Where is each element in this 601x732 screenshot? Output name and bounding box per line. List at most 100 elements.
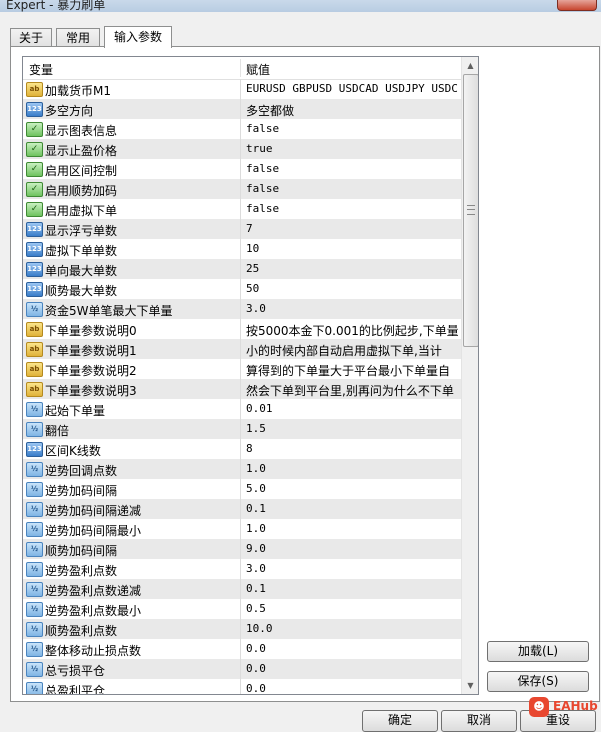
param-value[interactable]: 0.0 [246, 642, 458, 655]
param-value[interactable]: 3.0 [246, 302, 458, 315]
cell-divider [240, 219, 241, 239]
param-value[interactable]: false [246, 182, 458, 195]
scroll-down-arrow-icon[interactable]: ▼ [462, 677, 478, 694]
param-value[interactable]: 10.0 [246, 622, 458, 635]
param-value[interactable]: false [246, 162, 458, 175]
param-value[interactable]: 0.01 [246, 402, 458, 415]
table-row[interactable]: 123 区间K线数 8 [23, 439, 461, 459]
param-value[interactable]: 5.0 [246, 482, 458, 495]
column-header-variable[interactable]: 变量 [29, 61, 53, 78]
param-value[interactable]: 9.0 [246, 542, 458, 555]
param-type-dbl-icon: ½ [26, 642, 43, 657]
param-value[interactable]: 10 [246, 242, 458, 255]
table-row[interactable]: ½ 顺势盈利点数 10.0 [23, 619, 461, 639]
param-type-bool-icon: ✓ [26, 142, 43, 157]
table-row[interactable]: ½ 逆势加码间隔 5.0 [23, 479, 461, 499]
table-row[interactable]: 123 单向最大单数 25 [23, 259, 461, 279]
table-row[interactable]: ab 下单量参数说明0 按5000本金下0.001的比例起步,下单量 [23, 319, 461, 339]
table-row[interactable]: 123 虚拟下单单数 10 [23, 239, 461, 259]
table-row[interactable]: ✓ 启用区间控制 false [23, 159, 461, 179]
param-value[interactable]: 然会下单到平台里,别再问为什么不下单 [246, 382, 458, 399]
tab-about[interactable]: 关于 [10, 28, 52, 47]
cell-divider [240, 339, 241, 359]
table-row[interactable]: ½ 顺势加码间隔 9.0 [23, 539, 461, 559]
table-row[interactable]: ½ 逆势加码间隔最小 1.0 [23, 519, 461, 539]
param-name: 显示浮亏单数 [45, 224, 118, 238]
cell-divider [240, 99, 241, 119]
ok-button[interactable]: 确定 [362, 710, 438, 732]
param-value[interactable]: 算得到的下单量大于平台最小下单量自 [246, 362, 458, 379]
cell-divider [240, 619, 241, 639]
table-row[interactable]: ab 下单量参数说明3 然会下单到平台里,别再问为什么不下单 [23, 379, 461, 399]
param-type-dbl-icon: ½ [26, 402, 43, 417]
vertical-scrollbar[interactable]: ▲ ▼ [461, 57, 478, 694]
table-row[interactable]: 123 显示浮亏单数 7 [23, 219, 461, 239]
param-value[interactable]: 0.0 [246, 662, 458, 675]
param-value[interactable]: 0.1 [246, 582, 458, 595]
param-name: 逆势盈利点数 [45, 564, 118, 578]
cancel-button[interactable]: 取消 [441, 710, 517, 732]
param-name: 启用虚拟下单 [45, 204, 118, 218]
table-row[interactable]: ½ 起始下单量 0.01 [23, 399, 461, 419]
table-row[interactable]: 123 顺势最大单数 50 [23, 279, 461, 299]
param-value[interactable]: 多空都做 [246, 102, 458, 119]
column-header-value[interactable]: 赋值 [246, 61, 270, 78]
table-row[interactable]: ½ 逆势盈利点数最小 0.5 [23, 599, 461, 619]
param-value[interactable]: 7 [246, 222, 458, 235]
param-name: 区间K线数 [45, 444, 101, 458]
table-row[interactable]: ✓ 启用虚拟下单 false [23, 199, 461, 219]
tab-inputs[interactable]: 输入参数 [104, 26, 172, 48]
table-row[interactable]: ½ 翻倍 1.5 [23, 419, 461, 439]
cell-divider [240, 499, 241, 519]
save-button[interactable]: 保存(S) [487, 671, 589, 692]
watermark: ☻ EAHub [529, 697, 598, 717]
param-value[interactable]: 按5000本金下0.001的比例起步,下单量 [246, 322, 458, 339]
column-divider[interactable] [240, 59, 241, 77]
scroll-up-arrow-icon[interactable]: ▲ [462, 57, 478, 74]
param-value[interactable]: 3.0 [246, 562, 458, 575]
param-value[interactable]: EURUSD GBPUSD USDCAD USDJPY USDC... [246, 82, 458, 95]
param-value[interactable]: 50 [246, 282, 458, 295]
table-row[interactable]: ½ 逆势盈利点数 3.0 [23, 559, 461, 579]
param-value[interactable]: 0.5 [246, 602, 458, 615]
table-row[interactable]: ½ 总盈利平仓 0.0 [23, 679, 461, 694]
param-value[interactable]: 1.0 [246, 462, 458, 475]
param-name: 下单量参数说明1 [45, 344, 137, 358]
table-row[interactable]: ab 下单量参数说明2 算得到的下单量大于平台最小下单量自 [23, 359, 461, 379]
table-row[interactable]: ½ 整体移动止损点数 0.0 [23, 639, 461, 659]
table-row[interactable]: ½ 逆势盈利点数递减 0.1 [23, 579, 461, 599]
param-value[interactable]: 0.1 [246, 502, 458, 515]
table-row[interactable]: ½ 逆势加码间隔递减 0.1 [23, 499, 461, 519]
table-row[interactable]: ✓ 显示图表信息 false [23, 119, 461, 139]
param-value[interactable]: false [246, 202, 458, 215]
param-name: 起始下单量 [45, 404, 106, 418]
cell-divider [240, 239, 241, 259]
table-row[interactable]: ab 下单量参数说明1 小的时候内部自动启用虚拟下单,当计 [23, 339, 461, 359]
cell-divider [240, 279, 241, 299]
table-row[interactable]: ½ 总亏损平仓 0.0 [23, 659, 461, 679]
tab-common[interactable]: 常用 [56, 28, 100, 47]
param-type-dbl-icon: ½ [26, 502, 43, 517]
param-value[interactable]: 小的时候内部自动启用虚拟下单,当计 [246, 342, 458, 359]
param-type-ab-icon: ab [26, 82, 43, 97]
param-value[interactable]: 1.0 [246, 522, 458, 535]
param-value[interactable]: 8 [246, 442, 458, 455]
param-value[interactable]: true [246, 142, 458, 155]
param-name: 总亏损平仓 [45, 664, 106, 678]
param-name: 整体移动止损点数 [45, 644, 142, 658]
table-row[interactable]: ab 加载货币M1 EURUSD GBPUSD USDCAD USDJPY USDC… [23, 79, 461, 99]
table-row[interactable]: ✓ 启用顺势加码 false [23, 179, 461, 199]
param-name: 顺势加码间隔 [45, 544, 118, 558]
table-row[interactable]: ✓ 显示止盈价格 true [23, 139, 461, 159]
load-button[interactable]: 加载(L) [487, 641, 589, 662]
param-name: 下单量参数说明0 [45, 324, 137, 338]
param-value[interactable]: 1.5 [246, 422, 458, 435]
param-value[interactable]: 0.0 [246, 682, 458, 694]
param-value[interactable]: false [246, 122, 458, 135]
close-icon[interactable] [557, 0, 597, 11]
param-value[interactable]: 25 [246, 262, 458, 275]
scroll-thumb[interactable] [463, 74, 478, 347]
table-row[interactable]: ½ 资金5W单笔最大下单量 3.0 [23, 299, 461, 319]
table-row[interactable]: 123 多空方向 多空都做 [23, 99, 461, 119]
table-row[interactable]: ½ 逆势回调点数 1.0 [23, 459, 461, 479]
